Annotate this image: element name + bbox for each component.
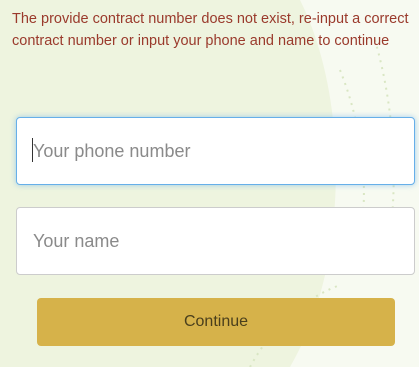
contract-error-message: The provide contract number does not exi…	[12, 11, 409, 49]
text-cursor	[32, 138, 33, 162]
contract-form-panel: The provide contract number does not exi…	[0, 0, 419, 367]
phone-number-input[interactable]	[16, 117, 415, 185]
continue-button[interactable]: Continue	[37, 298, 395, 346]
name-input[interactable]	[16, 207, 415, 275]
